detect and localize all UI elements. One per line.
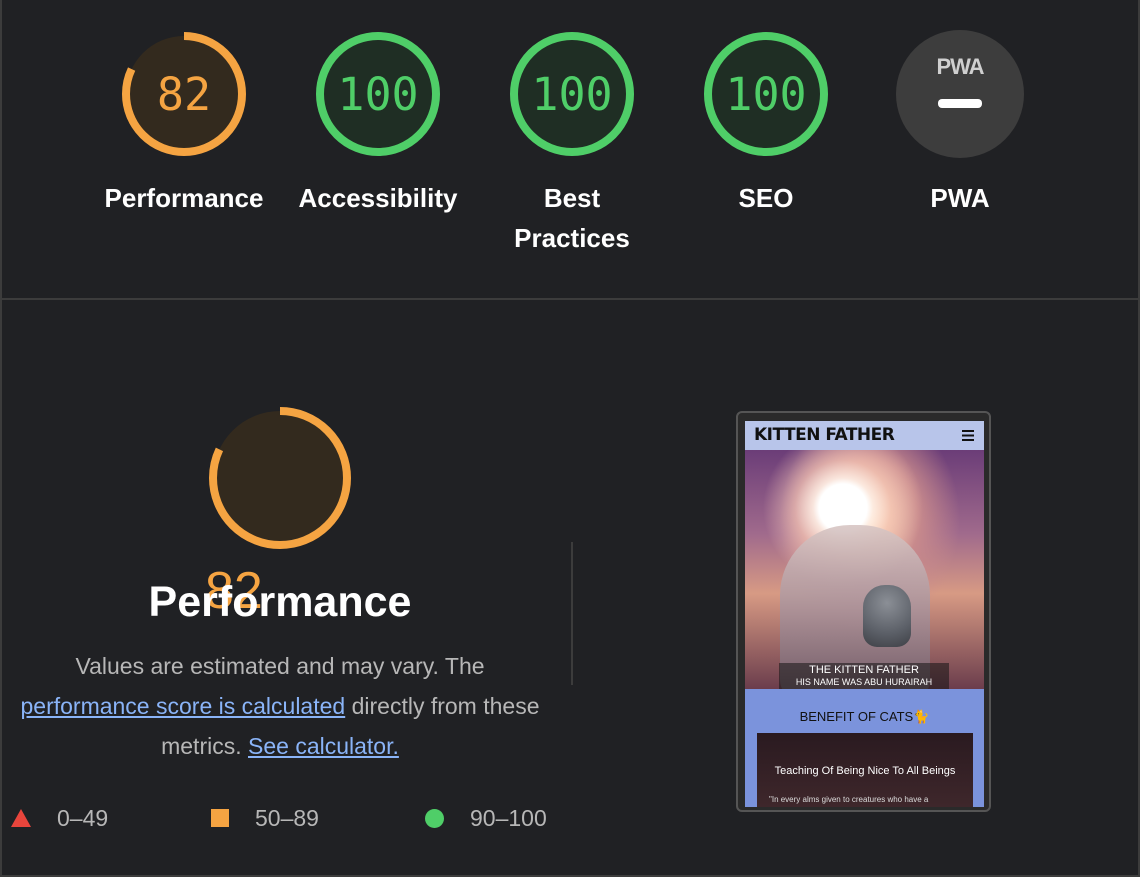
legend-range-pass: 90–100 xyxy=(470,804,547,831)
performance-gauge-ring xyxy=(209,407,351,549)
gauge-pwa[interactable]: PWA PWA xyxy=(865,0,1055,230)
gauge-accessibility-label: Accessibility xyxy=(298,183,458,213)
pwa-badge-text: PWA xyxy=(936,54,984,79)
gauge-pwa-label: PWA xyxy=(930,183,990,213)
gauge-best-practices-label-line1: Best xyxy=(543,183,601,213)
screenshot-section-title: BENEFIT OF CATS🐈 xyxy=(799,709,930,724)
see-calculator-link[interactable]: See calculator. xyxy=(248,733,399,759)
gauge-best-practices-label-line2: Practices xyxy=(514,223,630,253)
legend-item-pass: 90–100 xyxy=(425,800,547,836)
performance-gauge: 82 xyxy=(205,403,355,620)
gauge-accessibility[interactable]: 100 Accessibility xyxy=(283,0,473,230)
gauge-best-practices-label: Best Practices xyxy=(477,178,667,258)
gauge-performance-score: 82 xyxy=(156,68,212,121)
legend-item-fail: 0–49 xyxy=(11,800,108,836)
triangle-icon xyxy=(11,809,31,827)
screenshot-card: Teaching Of Being Nice To All Beings "In… xyxy=(757,733,973,807)
pwa-badge-icon xyxy=(896,30,1024,158)
legend-range-fail: 0–49 xyxy=(57,804,109,831)
screenshot-card-text: "In every alms given to creatures who ha… xyxy=(769,795,929,804)
gauge-performance[interactable]: 82 Performance xyxy=(89,0,279,230)
gauge-best-practices[interactable]: 100 Best Practices xyxy=(477,0,667,253)
screenshot-brand: KITTEN FATHER xyxy=(754,425,895,445)
vertical-divider xyxy=(571,542,573,685)
screenshot-card-title: Teaching Of Being Nice To All Beings xyxy=(774,765,956,777)
screenshot-screen: KITTEN FATHER THE KITTEN FATHER HIS NAME… xyxy=(745,421,984,807)
performance-score-link[interactable]: performance score is calculated xyxy=(20,693,345,719)
legend-range-average: 50–89 xyxy=(255,804,319,831)
kitten-image xyxy=(863,585,911,647)
screenshot-caption-title: THE KITTEN FATHER xyxy=(809,664,919,676)
final-screenshot-thumbnail[interactable]: KITTEN FATHER THE KITTEN FATHER HIS NAME… xyxy=(736,411,991,812)
circle-icon xyxy=(425,808,444,828)
gauge-seo[interactable]: 100 SEO xyxy=(671,0,861,230)
gauge-seo-score: 100 xyxy=(725,68,807,121)
legend-item-average: 50–89 xyxy=(211,800,319,836)
gauge-best-practices-score: 100 xyxy=(531,68,613,121)
pwa-dash-icon xyxy=(938,99,982,108)
gauge-seo-label: SEO xyxy=(738,183,794,213)
performance-desc-text-1: Values are estimated and may vary. The xyxy=(75,653,485,679)
screenshot-header: KITTEN FATHER xyxy=(745,421,984,450)
performance-title: Performance xyxy=(148,578,412,626)
performance-description: Values are estimated and may vary. The p… xyxy=(18,646,542,766)
gauge-accessibility-score: 100 xyxy=(337,68,419,121)
section-divider xyxy=(0,298,1140,300)
screenshot-benefit-section: BENEFIT OF CATS🐈 Teaching Of Being Nice … xyxy=(745,689,984,807)
frame-left-border xyxy=(0,0,2,877)
gauge-performance-label: Performance xyxy=(104,183,264,213)
screenshot-hero-image xyxy=(745,450,984,700)
hamburger-menu-icon xyxy=(962,430,974,441)
screenshot-caption-sub: HIS NAME WAS ABU HURAIRAH xyxy=(795,677,933,687)
square-icon xyxy=(211,809,229,827)
screenshot-hero-caption: THE KITTEN FATHER HIS NAME WAS ABU HURAI… xyxy=(779,663,949,689)
